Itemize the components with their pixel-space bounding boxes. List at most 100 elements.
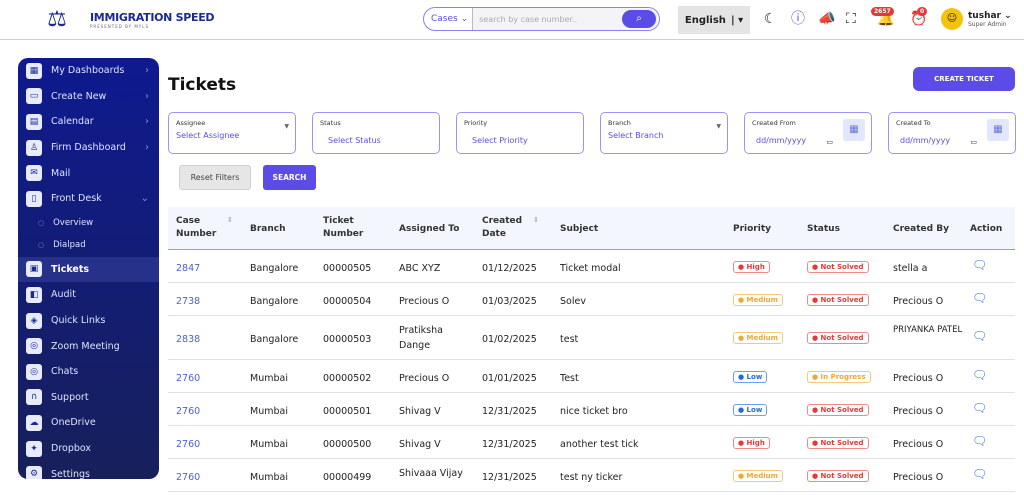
megaphone-icon[interactable]: 📣 (818, 10, 835, 28)
priority-badge: ● High (733, 260, 770, 273)
headset-icon: ∩ (26, 389, 42, 406)
search-scope-select[interactable]: Cases ⌄ (424, 8, 474, 30)
filter-priority[interactable]: Priority Select Priority (456, 112, 584, 154)
filter-status[interactable]: Status Select Status (312, 112, 440, 154)
table-row[interactable]: 2760 Mumbai 00000500 Shivag V 12/31/2025 anot… (168, 426, 1015, 459)
sort-icon[interactable]: ⇕ (227, 216, 233, 224)
filter-created-from[interactable]: Created From dd/mm/yyyy ▭ ▦ (744, 112, 872, 154)
calendar-small-icon: ▭ (970, 138, 977, 146)
table-row[interactable]: 2838 Bangalore 00000503 Pratiksha Dange 01/0… (168, 316, 1015, 360)
reset-filters-button[interactable]: Reset Filters (179, 165, 251, 190)
logo-scales-icon: ⚖ (47, 7, 67, 32)
table-row[interactable]: 2760 Mumbai 00000501 Shivag V 12/31/2025 nice… (168, 393, 1015, 426)
cloud-icon: ☁ (26, 414, 42, 431)
sidebar-item-settings[interactable]: ⚙ Settings (18, 461, 159, 479)
sidebar-item-support[interactable]: ∩ Support (18, 385, 159, 411)
sidebar-item-audit[interactable]: ◧ Audit (18, 282, 159, 308)
gear-icon: ⚙ (26, 466, 42, 479)
chat-icon: ◎ (26, 363, 42, 380)
sidebar-item-my-dashboards[interactable]: ▦ My Dashboards › (18, 58, 159, 84)
create-ticket-button[interactable]: CREATE TICKET (913, 67, 1015, 91)
status-badge: ● Not Solved (807, 293, 869, 306)
dropbox-icon: ✦ (26, 440, 42, 457)
add-comment-icon[interactable]: 🗨 (972, 401, 987, 415)
column-header[interactable]: Action (970, 223, 1024, 236)
sidebar-item-label: Create New (51, 90, 107, 102)
folder-icon: ▭ (26, 88, 42, 105)
table-cell: test (560, 334, 579, 345)
help-icon[interactable]: ⓘ (791, 10, 805, 28)
sidebar-item-label: Tickets (51, 263, 90, 275)
stamp-icon: ♙ (26, 139, 42, 156)
grid-icon: ▦ (26, 62, 42, 79)
sidebar-item-label: Zoom Meeting (51, 340, 120, 352)
calendar-icon[interactable]: ▦ (987, 119, 1009, 141)
table-row[interactable]: 2738 Bangalore 00000504 Precious O 01/03/202… (168, 283, 1015, 316)
sidebar: ▦ My Dashboards › ▭ Create New › ▤ Calendar › ♙ Fi… (18, 58, 159, 479)
logo[interactable]: ⚖ IMMIGRATION SPEED PRESENTED BY MYLS (28, 6, 214, 34)
table-cell: stella a (893, 262, 928, 274)
table-row[interactable]: 2760 Mumbai 00000502 Precious O 01/01/2025 Te… (168, 360, 1015, 393)
sidebar-item-dialpad[interactable]: ○ Dialpad (18, 234, 159, 257)
table-row[interactable]: 2760 Mumbai 00000499 Shivaaa Vijay 12/31/202… (168, 459, 1015, 492)
sidebar-item-quick-links[interactable]: ◈ Quick Links (18, 308, 159, 334)
column-header[interactable]: Ticket Number (323, 215, 383, 241)
table-cell: Pratiksha Dange (399, 325, 443, 351)
priority-badge: ● High (733, 436, 770, 449)
table-cell: Precious O (893, 405, 944, 417)
chevron-icon: ⌄ (140, 193, 149, 205)
sidebar-item-firm-dashboard[interactable]: ♙ Firm Dashboard › (18, 135, 159, 161)
filter-label: Assignee (176, 119, 206, 127)
priority-badge: ● Medium (733, 469, 783, 482)
table-cell: nice ticket bro (560, 405, 628, 417)
language-select[interactable]: English | ▾ (678, 6, 750, 34)
sort-icon[interactable]: ⇕ (533, 216, 539, 224)
sidebar-item-zoom-meeting[interactable]: ◎ Zoom Meeting (18, 333, 159, 359)
table-cell: PRIYANKA PATEL (893, 325, 963, 335)
filter-value: Select Assignee (176, 131, 240, 140)
add-comment-icon[interactable]: 🗨 (972, 258, 987, 272)
filter-value: Select Status (328, 136, 381, 145)
user-menu[interactable]: ☺ tushar ⌄ Super Admin (941, 8, 1012, 30)
avatar: ☺ (941, 8, 963, 30)
filter-value: Select Branch (608, 131, 664, 140)
chevron-icon: › (145, 142, 149, 154)
sidebar-item-mail[interactable]: ✉ Mail (18, 160, 159, 186)
sidebar-item-front-desk[interactable]: ▯ Front Desk ⌄ (18, 186, 159, 212)
sidebar-item-label: Overview (53, 217, 94, 228)
fullscreen-icon[interactable]: ⛶ (846, 10, 856, 28)
status-badge: ● Not Solved (807, 403, 869, 416)
table-row[interactable]: 2847 Bangalore 00000505 ABC XYZ 01/12/2025 Ti… (168, 250, 1015, 283)
chat-icon: ◎ (26, 338, 42, 355)
clipboard-icon: ▯ (26, 190, 42, 207)
sidebar-item-onedrive[interactable]: ☁ OneDrive (18, 410, 159, 436)
filter-assignee[interactable]: Assignee Select Assignee ▼ (168, 112, 296, 154)
dark-mode-moon-icon[interactable]: ☾ (764, 10, 777, 28)
sidebar-item-tickets[interactable]: ▣ Tickets (18, 256, 159, 283)
add-comment-icon[interactable]: 🗨 (972, 368, 987, 382)
search-button[interactable]: ⌕ (622, 10, 656, 28)
column-header[interactable]: Subject (560, 223, 680, 236)
add-comment-icon[interactable]: 🗨 (972, 467, 987, 481)
search-filters-button[interactable]: SEARCH (263, 165, 316, 190)
sidebar-item-chats[interactable]: ◎ Chats (18, 359, 159, 385)
sidebar-item-label: Settings (51, 468, 90, 479)
add-comment-icon[interactable]: 🗨 (972, 434, 987, 448)
mail-icon: ✉ (26, 165, 42, 182)
sidebar-item-calendar[interactable]: ▤ Calendar › (18, 109, 159, 135)
table-cell: Precious O (893, 438, 944, 450)
sidebar-item-label: Front Desk (51, 193, 102, 205)
priority-badge: ● Low (733, 403, 768, 416)
calendar-icon[interactable]: ▦ (843, 119, 865, 141)
add-comment-icon[interactable]: 🗨 (972, 291, 987, 305)
sidebar-item-label: Firm Dashboard (51, 142, 126, 154)
audit-icon: ◧ (26, 286, 42, 303)
status-badge: ● In Progress (807, 370, 871, 383)
sidebar-item-create-new[interactable]: ▭ Create New › (18, 84, 159, 110)
table-cell: Ticket modal (560, 262, 621, 274)
filter-created-to[interactable]: Created To dd/mm/yyyy ▭ ▦ (888, 112, 1016, 154)
add-comment-icon[interactable]: 🗨 (972, 329, 987, 343)
sidebar-item-overview[interactable]: ○ Overview (18, 212, 159, 235)
filter-branch[interactable]: Branch Select Branch ▼ (600, 112, 728, 154)
sidebar-item-dropbox[interactable]: ✦ Dropbox (18, 436, 159, 462)
